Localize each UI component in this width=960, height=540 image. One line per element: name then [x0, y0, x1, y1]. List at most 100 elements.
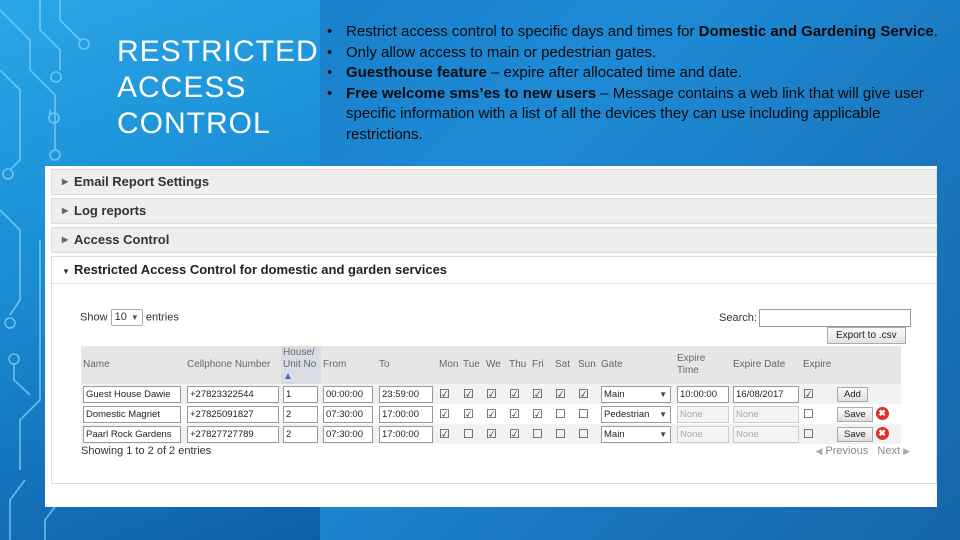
day-checkbox[interactable]: ☑ — [463, 388, 474, 400]
caret-right-icon: ▶ — [62, 206, 69, 215]
col-header[interactable]: Sat — [553, 346, 576, 384]
day-checkbox[interactable]: ☐ — [555, 428, 566, 440]
unit-input[interactable]: 2 — [283, 425, 318, 443]
day-checkbox[interactable]: ☑ — [532, 408, 543, 420]
save-button[interactable]: Save — [837, 426, 873, 442]
expire-date-input[interactable]: 16/08/2017 — [733, 385, 799, 403]
expire-checkbox[interactable]: ☐ — [803, 428, 814, 440]
add-button[interactable]: Add — [837, 386, 868, 402]
from-time-input[interactable]: 07:30:00 — [323, 425, 373, 443]
delete-icon[interactable]: ✖ — [875, 427, 889, 441]
chevron-down-icon: ▼ — [659, 409, 667, 419]
day-checkbox[interactable]: ☐ — [578, 408, 589, 420]
col-header[interactable]: Thu — [507, 346, 530, 384]
col-header[interactable]: From — [321, 346, 377, 384]
day-checkbox[interactable]: ☑ — [532, 388, 543, 400]
day-checkbox[interactable]: ☑ — [509, 408, 520, 420]
day-checkbox[interactable]: ☑ — [509, 388, 520, 400]
to-time-input[interactable]: 17:00:00 — [379, 405, 433, 423]
col-header-actions — [835, 346, 901, 384]
day-checkbox[interactable]: ☑ — [509, 428, 520, 440]
day-checkbox[interactable]: ☑ — [463, 408, 474, 420]
pagination: ◀ Previous Next ▶ — [815, 445, 910, 457]
search-control: Search: — [719, 309, 911, 327]
chevron-down-icon: ▼ — [659, 429, 667, 439]
gate-select[interactable]: Main ▼ — [601, 385, 671, 403]
cellphone-input[interactable]: +27827727789 — [187, 425, 279, 443]
name-input[interactable]: Guest House Dawie — [83, 385, 181, 403]
day-checkbox[interactable]: ☑ — [439, 408, 450, 420]
access-table: Name Cellphone Number House/ Unit No ▲ F… — [81, 346, 901, 444]
day-checkbox[interactable]: ☑ — [439, 428, 450, 440]
day-checkbox[interactable]: ☑ — [578, 388, 589, 400]
gate-select[interactable]: Main ▼ — [601, 425, 671, 443]
col-header[interactable]: Sun — [576, 346, 599, 384]
page-length-select[interactable]: 10 ▼ — [110, 309, 143, 326]
accordion-access-control[interactable]: ▶ Access Control — [51, 227, 937, 253]
expire-time-input[interactable]: 10:00:00 — [677, 385, 729, 403]
col-header[interactable]: Gate — [599, 346, 675, 384]
col-header[interactable]: Cellphone Number — [185, 346, 281, 384]
chevron-down-icon: ▼ — [659, 389, 667, 399]
day-checkbox[interactable]: ☑ — [486, 428, 497, 440]
name-input[interactable]: Domestic Magriet — [83, 405, 181, 423]
to-time-input[interactable]: 23:59:00 — [379, 385, 433, 403]
expire-date-input[interactable]: None — [733, 425, 799, 443]
day-checkbox[interactable]: ☐ — [578, 428, 589, 440]
col-header[interactable]: Fri — [530, 346, 553, 384]
save-button[interactable]: Save — [837, 406, 873, 422]
table-row: Paarl Rock Gardens +27827727789 2 07:30:00 1… — [81, 424, 901, 444]
expire-checkbox[interactable]: ☑ — [803, 388, 814, 400]
accordion-restricted-access: ▼ Restricted Access Control for domestic … — [51, 256, 937, 484]
delete-icon[interactable]: ✖ — [875, 407, 889, 421]
caret-right-icon: ▶ — [62, 235, 69, 244]
sort-asc-icon: ▲ — [283, 371, 293, 382]
from-time-input[interactable]: 00:00:00 — [323, 385, 373, 403]
search-input[interactable] — [758, 309, 911, 327]
gate-select[interactable]: Pedestrian ▼ — [601, 405, 671, 423]
accordion-email-report-settings[interactable]: ▶ Email Report Settings — [51, 169, 937, 195]
col-header[interactable]: Mon — [437, 346, 461, 384]
cellphone-input[interactable]: +27823322544 — [187, 385, 279, 403]
chevron-down-icon: ▼ — [130, 313, 139, 322]
day-checkbox[interactable]: ☑ — [555, 388, 566, 400]
from-time-input[interactable]: 07:30:00 — [323, 405, 373, 423]
accordion-log-reports[interactable]: ▶ Log reports — [51, 198, 937, 224]
day-checkbox[interactable]: ☑ — [486, 408, 497, 420]
day-checkbox[interactable]: ☐ — [555, 408, 566, 420]
table-row: Guest House Dawie +27823322544 1 00:00:00 23… — [81, 384, 901, 404]
export-csv-button[interactable]: Export to .csv — [827, 327, 906, 344]
col-header[interactable]: Name — [81, 346, 185, 384]
expire-time-input[interactable]: None — [677, 405, 729, 423]
expire-time-input[interactable]: None — [677, 425, 729, 443]
expire-checkbox[interactable]: ☐ — [803, 408, 814, 420]
col-header[interactable]: Expire Date — [731, 346, 801, 384]
app-screenshot: ▶ Email Report Settings ▶ Log reports ▶ Acc… — [45, 166, 937, 507]
unit-input[interactable]: 1 — [283, 385, 318, 403]
col-header[interactable]: Expire Time — [675, 346, 731, 384]
day-checkbox[interactable]: ☑ — [486, 388, 497, 400]
name-input[interactable]: Paarl Rock Gardens — [83, 425, 181, 443]
to-time-input[interactable]: 17:00:00 — [379, 425, 433, 443]
title-line: ACCESS — [117, 71, 247, 104]
page-length-control: Show 10 ▼ entries — [80, 309, 179, 326]
day-checkbox[interactable]: ☐ — [532, 428, 543, 440]
prev-arrow-icon: ◀ — [815, 446, 823, 456]
cellphone-input[interactable]: +27825091827 — [187, 405, 279, 423]
col-header[interactable]: Tue — [461, 346, 484, 384]
col-header[interactable]: Expire — [801, 346, 835, 384]
expire-date-input[interactable]: None — [733, 405, 799, 423]
next-button[interactable]: Next — [877, 445, 900, 457]
col-header[interactable]: We — [484, 346, 507, 384]
col-header[interactable]: To — [377, 346, 437, 384]
feature-bullets: Restrict access control to specific days… — [322, 22, 952, 145]
day-checkbox[interactable]: ☐ — [463, 428, 474, 440]
caret-right-icon: ▶ — [62, 177, 69, 186]
bullet-item: Free welcome sms’es to new users – Messa… — [322, 84, 952, 146]
bullet-item: Restrict access control to specific days… — [322, 22, 952, 43]
previous-button[interactable]: Previous — [825, 445, 868, 457]
accordion-restricted-access-header[interactable]: ▼ Restricted Access Control for domestic … — [52, 257, 936, 284]
col-header[interactable]: House/ Unit No ▲ — [281, 346, 321, 384]
day-checkbox[interactable]: ☑ — [439, 388, 450, 400]
unit-input[interactable]: 2 — [283, 405, 318, 423]
